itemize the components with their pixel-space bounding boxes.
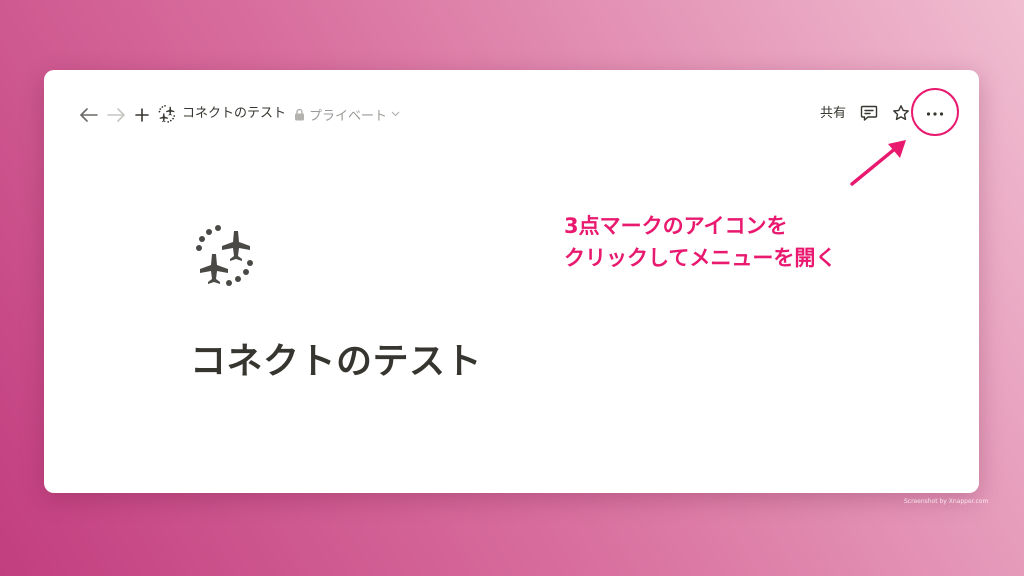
page-title[interactable]: コネクトのテスト [190,332,482,384]
new-page-button[interactable] [131,104,153,126]
breadcrumb-page-title[interactable]: コネクトのテスト [182,105,286,123]
airplanes-icon [158,105,176,123]
topbar: コネクトのテスト プライベート 共有 [44,70,979,158]
airplanes-icon [196,225,253,286]
favorite-button[interactable] [892,104,912,124]
breadcrumb-page-icon[interactable] [158,105,176,123]
privacy-label: プライベート [309,108,388,124]
annotation-callout: 3点マークのアイコンを クリックしてメニューを開く [564,210,836,274]
comment-icon [860,105,878,121]
forward-button[interactable] [105,104,127,126]
arrow-left-icon [80,108,98,122]
privacy-selector[interactable]: プライベート [294,105,400,124]
highlight-circle [911,88,959,136]
page-icon[interactable] [194,225,256,287]
arrow-right-icon [107,108,125,122]
share-button[interactable]: 共有 [820,105,846,123]
plus-icon [135,108,149,122]
annotation-line-2: クリックしてメニューを開く [564,246,837,270]
app-window: コネクトのテスト プライベート 共有 コネクトのテスト 3点マークのアイコンを … [44,70,979,493]
screenshot-credit: Screenshot by Xnapper.com [904,498,989,505]
annotation-line-1: 3点マークのアイコンを [564,214,788,238]
comments-button[interactable] [860,104,880,124]
chevron-down-icon [391,111,400,117]
lock-icon [295,108,304,120]
annotation-arrow-icon [850,140,906,186]
back-button[interactable] [78,104,100,126]
star-icon [893,105,909,121]
